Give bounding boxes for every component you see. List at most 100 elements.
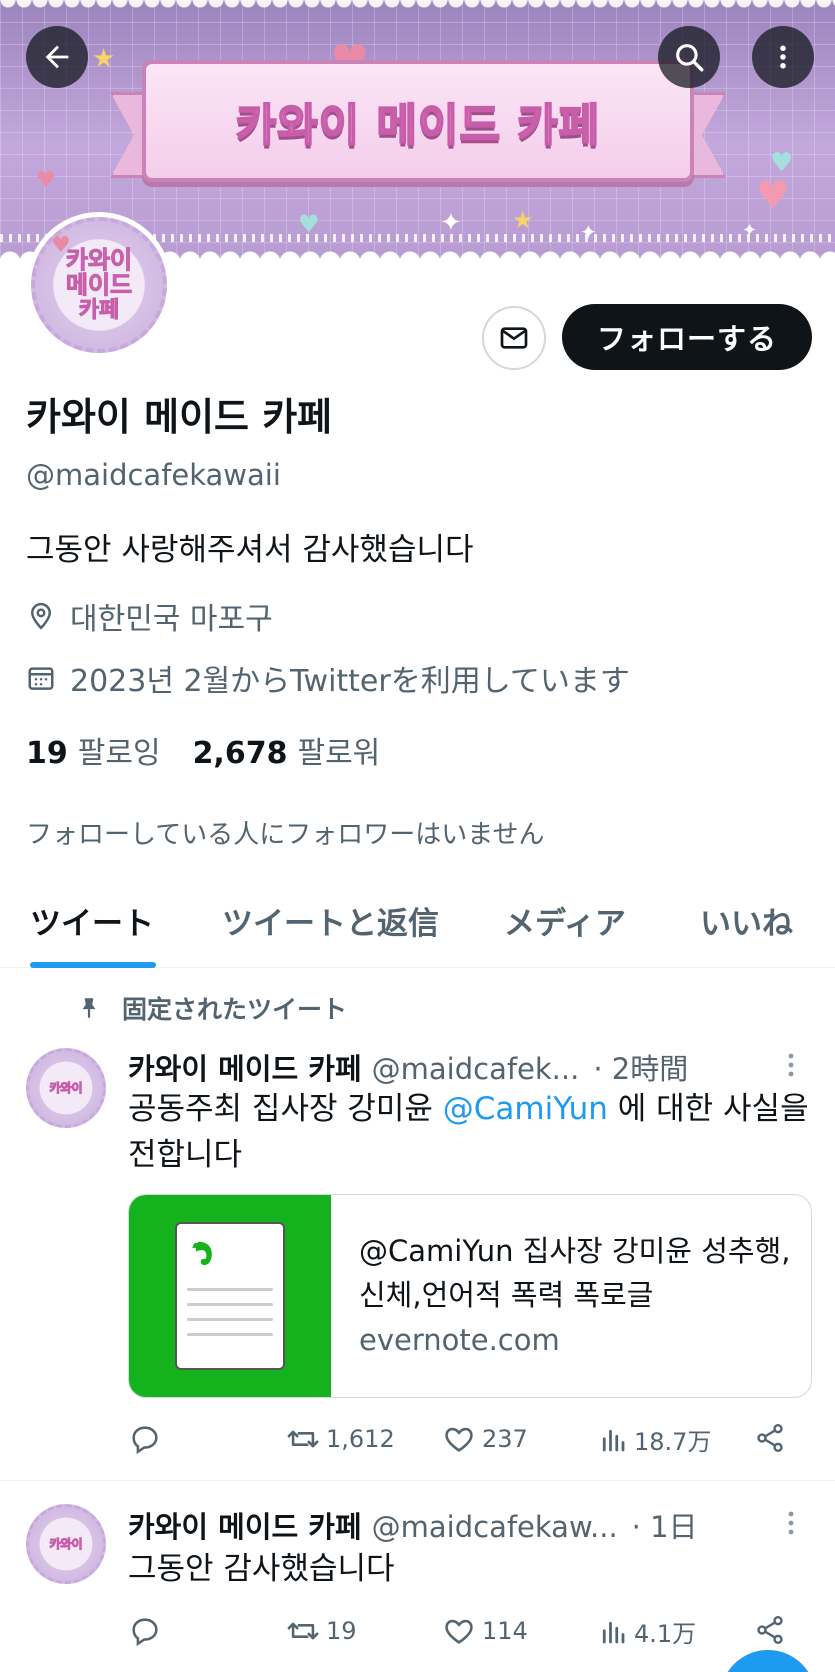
tweet-avatar[interactable]: 카와이 [26, 1504, 106, 1584]
location-text: 대한민국 마포구 [70, 602, 273, 637]
tweet-actions: 1,612 237 18.7万 [128, 1422, 818, 1462]
retweet-count: 1,612 [326, 1425, 395, 1453]
tab-likes[interactable]: いいね [700, 898, 793, 943]
reply-button[interactable] [128, 1422, 168, 1456]
calendar-icon [28, 667, 54, 690]
message-button[interactable] [482, 306, 546, 370]
more-vertical-icon [780, 45, 786, 69]
share-button[interactable] [754, 1614, 792, 1646]
card-title: @CamiYun 집사장 강미윤 성추행,신체,언어적 폭력 폭로글 [359, 1234, 791, 1312]
document-line [187, 1288, 273, 1291]
tweet-actions: 19 114 4.1万 [128, 1614, 818, 1654]
like-count: 237 [482, 1425, 528, 1453]
following-link[interactable]: 19 팔로잉 [26, 728, 161, 772]
like-button[interactable]: 114 [442, 1614, 528, 1648]
profile-location: 대한민국 마포구 [26, 594, 273, 638]
tab-tweets[interactable]: ツイート [30, 898, 154, 943]
pinned-indicator: 固定されたツイート [76, 990, 347, 1026]
tab-tweets-and-replies[interactable]: ツイートと返信 [222, 898, 439, 943]
mention-link[interactable]: @CamiYun [443, 1091, 608, 1127]
more-button[interactable] [752, 26, 814, 88]
retweet-button[interactable]: 19 [286, 1614, 357, 1648]
tweet-header: 카와이 메이드 카페 @maidcafekaw... · 1日 [128, 1504, 698, 1546]
follow-counts: 19 팔로잉 2,678 팔로워 [26, 728, 380, 772]
bar-chart-icon [602, 1429, 625, 1451]
views-button[interactable]: 4.1万 [598, 1614, 696, 1649]
link-preview-card[interactable]: @CamiYun 집사장 강미윤 성추행,신체,언어적 폭력 폭로글 evern… [128, 1194, 812, 1398]
banner-fringe [0, 0, 835, 16]
pin-icon [82, 998, 96, 1018]
like-count: 114 [482, 1617, 528, 1645]
avatar-image: ♥ 카와이 메이드 카페 [31, 217, 167, 353]
retweet-count: 19 [326, 1617, 357, 1645]
card-thumbnail [129, 1195, 331, 1397]
evernote-document-icon [175, 1222, 285, 1370]
more-vertical-icon [788, 1053, 794, 1077]
tweet-time[interactable]: · 1日 [632, 1504, 698, 1546]
avatar-text-line: 메이드 [65, 271, 133, 300]
tweet-author-handle[interactable]: @maidcafek... [372, 1052, 580, 1086]
evernote-elephant-icon [192, 1241, 212, 1266]
heart-decoration: ♥ [756, 173, 791, 217]
views-button[interactable]: 18.7万 [598, 1422, 711, 1457]
like-button[interactable]: 237 [442, 1422, 528, 1456]
profile-tabs: ツイート ツイートと返信 メディア いいね [0, 872, 835, 968]
search-button[interactable] [658, 26, 720, 88]
retweet-button[interactable]: 1,612 [286, 1422, 395, 1456]
share-button[interactable] [754, 1422, 792, 1454]
share-icon [757, 1616, 783, 1644]
avatar-text-line: 카와이 [49, 1536, 83, 1551]
profile-name: 카와이 메이드 카페 [26, 395, 333, 439]
view-count: 18.7万 [634, 1428, 712, 1456]
heart-decoration: ♥ [298, 210, 320, 238]
envelope-icon [500, 327, 528, 349]
document-line [187, 1318, 273, 1321]
mutual-followers-note: フォローしている人にフォロワーはいません [26, 820, 545, 850]
tweet-time[interactable]: · 2時間 [593, 1046, 688, 1088]
reply-button[interactable] [128, 1614, 168, 1648]
following-label: 팔로잉 [77, 736, 161, 771]
avatar-text-line: 카와이 [49, 1080, 83, 1095]
more-vertical-icon [788, 1511, 794, 1535]
share-icon [757, 1424, 783, 1452]
avatar-text-line: 카페 [78, 297, 120, 323]
profile-avatar[interactable]: ♥ 카와이 메이드 카페 [26, 212, 172, 358]
tweet-more-button[interactable] [786, 1052, 796, 1082]
heart-icon [445, 1619, 473, 1644]
reply-icon [132, 1426, 158, 1455]
location-pin-icon [30, 602, 52, 630]
avatar-text-line: 카와이 [65, 246, 133, 275]
tweet-header: 카와이 메이드 카페 @maidcafek... · 2時間 [128, 1046, 688, 1088]
followers-label: 팔로워 [297, 736, 381, 771]
document-line [187, 1303, 273, 1306]
reply-icon [132, 1618, 158, 1647]
retweet-icon [287, 1430, 319, 1448]
bar-chart-icon [602, 1621, 625, 1643]
card-text: @CamiYun 집사장 강미윤 성추행,신체,언어적 폭력 폭로글 evern… [331, 1195, 811, 1397]
document-line [187, 1333, 273, 1336]
retweet-icon [287, 1622, 319, 1640]
tweet-divider [0, 1480, 835, 1481]
tweet-avatar[interactable]: 카와이 [26, 1048, 106, 1128]
tweet-text: 공동주최 집사장 강미윤 @CamiYun 에 대한 사실을 전합니다 [128, 1086, 818, 1178]
profile-joined: 2023년 2월からTwitterを利用しています [26, 656, 630, 700]
following-count: 19 [26, 736, 68, 771]
search-icon [676, 44, 704, 72]
active-tab-indicator [30, 962, 156, 968]
tweet-author-name[interactable]: 카와이 메이드 카페 [128, 1504, 362, 1546]
follow-button[interactable]: フォローする [562, 304, 812, 370]
back-button[interactable] [26, 26, 88, 88]
heart-decoration: ♥ [36, 168, 56, 193]
tweet-more-button[interactable] [786, 1510, 796, 1540]
heart-icon [445, 1427, 473, 1452]
tweet-author-name[interactable]: 카와이 메이드 카페 [128, 1046, 362, 1088]
followers-count: 2,678 [192, 736, 288, 771]
heart-decoration: ♥ [51, 233, 71, 258]
tab-media[interactable]: メディア [504, 898, 626, 943]
banner-title: 카와이 메이드 카페 [235, 99, 601, 152]
star-decoration: ★ [512, 206, 534, 234]
tweet-author-handle[interactable]: @maidcafekaw... [372, 1510, 618, 1544]
tweet-text-part: 공동주최 집사장 강미윤 [128, 1091, 443, 1127]
joined-text: 2023년 2월からTwitterを利用しています [70, 664, 630, 699]
followers-link[interactable]: 2,678 팔로워 [193, 728, 381, 772]
